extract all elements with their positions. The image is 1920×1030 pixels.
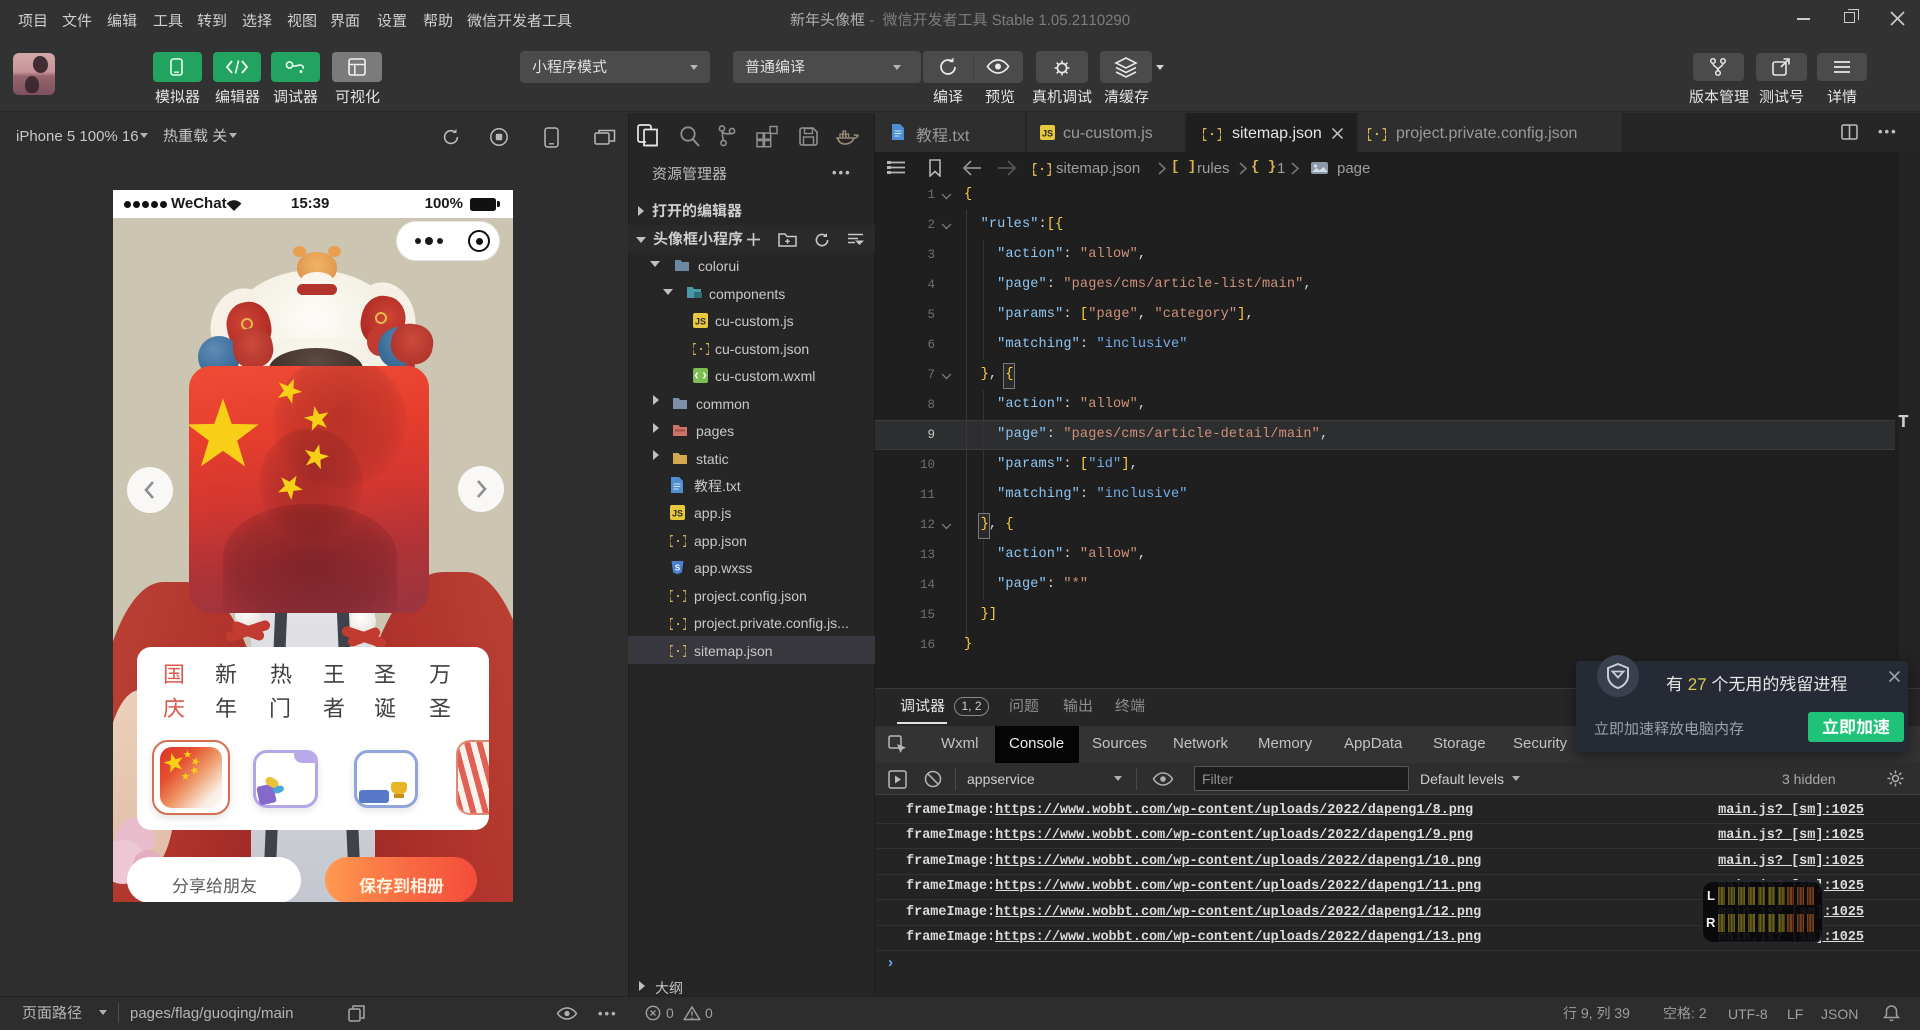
svg-text:{·}: {·}	[670, 644, 686, 659]
svg-text:{·}: {·}	[670, 534, 686, 549]
svg-text:{·}: {·}	[1368, 127, 1386, 142]
svg-text:{·}: {·}	[1203, 127, 1221, 142]
svg-text:{·}: {·}	[670, 589, 686, 604]
svg-text:{·}: {·}	[1033, 163, 1051, 177]
svg-text:JS: JS	[695, 317, 706, 327]
svg-text:{·}: {·}	[693, 342, 709, 357]
svg-text:{·}: {·}	[670, 617, 686, 632]
svg-text:JS: JS	[672, 509, 683, 519]
svg-text:S: S	[675, 564, 681, 573]
svg-text:JS: JS	[1042, 129, 1053, 139]
